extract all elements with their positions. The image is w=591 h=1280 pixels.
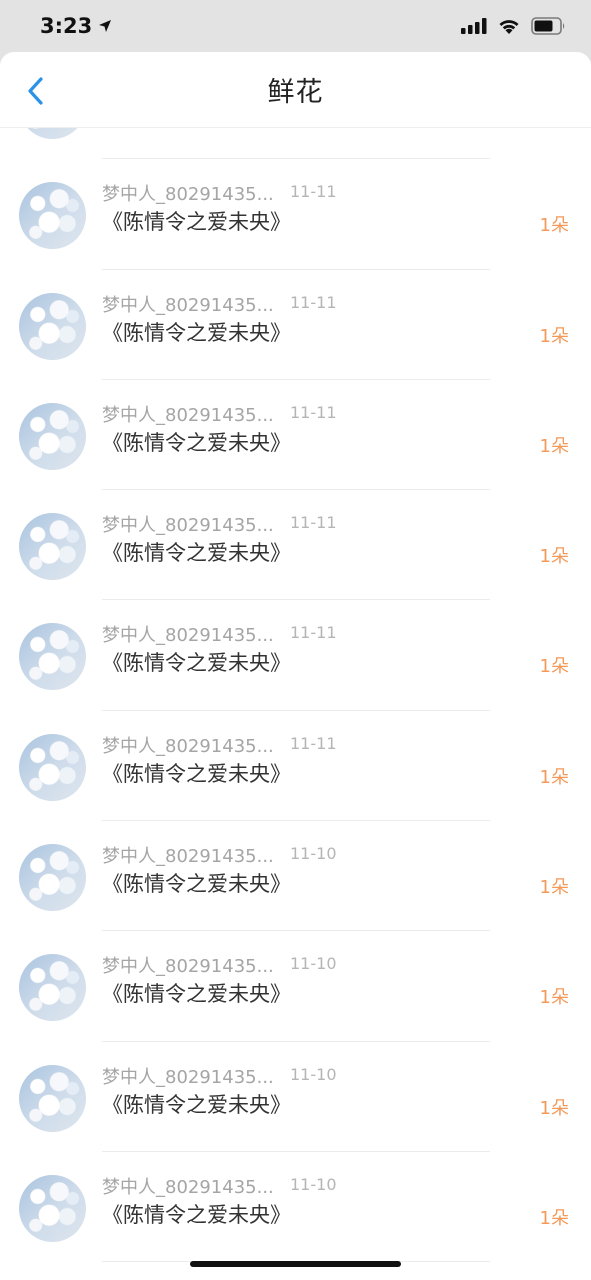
- page-title: 鲜花: [267, 77, 324, 108]
- avatar[interactable]: [19, 128, 86, 139]
- avatar[interactable]: [19, 292, 86, 360]
- signal-icon: [461, 18, 487, 34]
- battery-icon: [531, 17, 565, 35]
- flower-count: 1朵: [539, 766, 569, 788]
- location-arrow-icon: [99, 20, 112, 32]
- list-item[interactable]: 梦中人_80291435... 11-11 《陈情令之爱未央》 1朵: [0, 380, 591, 491]
- flower-count: 1朵: [539, 987, 569, 1009]
- status-bar: 3:23: [0, 0, 591, 52]
- home-indicator[interactable]: [190, 1261, 401, 1267]
- item-date: 11-10: [290, 1174, 337, 1194]
- list-item[interactable]: 梦中人_80291435... 11-11 《陈情令之爱未央》 1朵: [0, 128, 591, 160]
- flower-record-list-content: 梦中人_80291435... 11-11 《陈情令之爱未央》 1朵 梦中人_8…: [0, 128, 591, 1263]
- navigation-bar: 鲜花: [0, 52, 591, 128]
- item-date: 11-10: [290, 844, 337, 864]
- avatar[interactable]: [19, 182, 86, 250]
- list-item[interactable]: 梦中人_80291435... 11-11 《陈情令之爱未央》 1朵: [0, 270, 591, 380]
- avatar[interactable]: [19, 402, 86, 470]
- flower-count: 1朵: [539, 656, 569, 678]
- list-item[interactable]: 梦中人_80291435... 11-10 《陈情令之爱未央》 1朵: [0, 931, 591, 1042]
- item-date: 11-10: [290, 954, 337, 974]
- list-item[interactable]: 梦中人_80291435... 11-10 《陈情令之爱未央》 1朵: [0, 1152, 591, 1263]
- item-date: 11-11: [290, 402, 337, 422]
- wifi-icon: [499, 19, 519, 34]
- list-item[interactable]: 梦中人_80291435... 11-11 《陈情令之爱未央》 1朵: [0, 159, 591, 270]
- item-date: 11-11: [290, 292, 337, 312]
- list-item[interactable]: 梦中人_80291435... 11-10 《陈情令之爱未央》 1朵: [0, 1042, 591, 1152]
- item-title: 《陈情令之爱未央》: [102, 982, 291, 1007]
- item-username: 梦中人_80291435...: [102, 294, 274, 316]
- clock: 3:23: [40, 14, 93, 38]
- item-username: 梦中人_80291435...: [102, 956, 274, 978]
- list-item[interactable]: 梦中人_80291435... 11-11 《陈情令之爱未央》 1朵: [0, 711, 591, 822]
- item-date: 11-11: [290, 513, 337, 533]
- flower-count: 1朵: [539, 546, 569, 568]
- item-date: 11-11: [290, 182, 337, 202]
- item-username: 梦中人_80291435...: [102, 1176, 274, 1198]
- avatar[interactable]: [19, 844, 86, 912]
- item-title: 《陈情令之爱未央》: [102, 430, 291, 455]
- chevron-left-icon: [28, 77, 43, 105]
- list-item[interactable]: 梦中人_80291435... 11-11 《陈情令之爱未央》 1朵: [0, 490, 591, 601]
- item-username: 梦中人_80291435...: [102, 735, 274, 757]
- flower-count: 1朵: [539, 435, 569, 457]
- item-username: 梦中人_80291435...: [102, 515, 274, 537]
- item-date: 11-10: [290, 1064, 337, 1084]
- flower-count: 1朵: [539, 325, 569, 347]
- avatar[interactable]: [19, 733, 86, 801]
- item-username: 梦中人_80291435...: [102, 846, 274, 868]
- item-title: 《陈情令之爱未央》: [102, 1092, 291, 1117]
- avatar[interactable]: [19, 513, 86, 581]
- list-item[interactable]: 梦中人_80291435... 11-11 《陈情令之爱未央》 1朵: [0, 600, 591, 711]
- item-username: 梦中人_80291435...: [102, 1066, 274, 1088]
- item-username: 梦中人_80291435...: [102, 184, 274, 206]
- item-date: 11-11: [290, 733, 337, 753]
- flower-count: 1朵: [539, 877, 569, 899]
- item-title: 《陈情令之爱未央》: [102, 541, 291, 566]
- item-title: 《陈情令之爱未央》: [102, 210, 291, 235]
- avatar[interactable]: [19, 1064, 86, 1132]
- item-date: 11-11: [290, 623, 337, 643]
- avatar[interactable]: [19, 1174, 86, 1242]
- status-time: 3:23: [40, 14, 112, 38]
- item-username: 梦中人_80291435...: [102, 404, 274, 426]
- item-username: 梦中人_80291435...: [102, 625, 274, 647]
- item-title: 《陈情令之爱未央》: [102, 1202, 291, 1227]
- flower-count: 1朵: [539, 215, 569, 237]
- list-item[interactable]: 梦中人_80291435... 11-10 《陈情令之爱未央》 1朵: [0, 821, 591, 932]
- item-title: 《陈情令之爱未央》: [102, 872, 291, 897]
- avatar[interactable]: [19, 623, 86, 691]
- back-button[interactable]: [20, 74, 50, 108]
- status-icons: [461, 17, 567, 35]
- flower-count: 1朵: [539, 1097, 569, 1119]
- item-title: 《陈情令之爱未央》: [102, 320, 291, 345]
- item-title: 《陈情令之爱未央》: [102, 651, 291, 676]
- flower-record-list[interactable]: 梦中人_80291435... 11-11 《陈情令之爱未央》 1朵 梦中人_8…: [0, 128, 591, 1280]
- flower-count: 1朵: [539, 1207, 569, 1229]
- avatar[interactable]: [19, 954, 86, 1022]
- item-title: 《陈情令之爱未央》: [102, 761, 291, 786]
